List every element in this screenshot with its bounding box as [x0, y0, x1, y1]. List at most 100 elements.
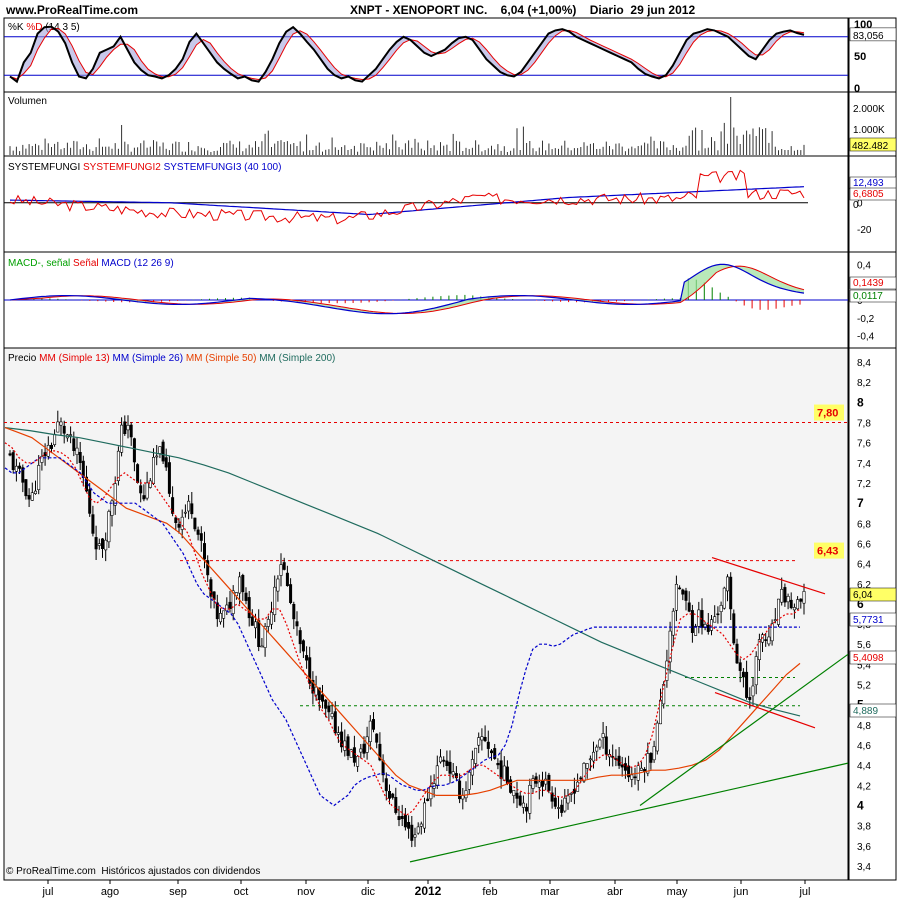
legend-entry: (40 100) [241, 162, 281, 173]
legend-entry: SYSTEMFUNGI [8, 162, 80, 173]
price-tick: 6,6 [857, 539, 871, 550]
systemfungi-last-value: 0 [853, 200, 859, 211]
candle-body [783, 587, 787, 603]
candle-body [528, 784, 532, 814]
candle-body [33, 490, 37, 495]
candle-body [53, 433, 57, 445]
candle-body [754, 656, 758, 686]
candle-body [499, 760, 503, 779]
legend-entry: MM [183, 353, 202, 364]
candle-body [69, 434, 73, 436]
candle-body [646, 753, 650, 774]
candle-body [177, 523, 181, 528]
candle-body [505, 766, 509, 784]
candle-body [780, 588, 784, 603]
candle-body [547, 774, 551, 791]
stochastic-last-value: 83,056 [853, 31, 884, 42]
candle-body [346, 736, 350, 756]
legend-entry: Señal [70, 258, 98, 269]
candle-body [260, 645, 264, 648]
candle-body [244, 592, 248, 601]
candle-body [757, 639, 761, 661]
candle-body [171, 497, 175, 514]
candle-body [343, 740, 347, 751]
candle-body [588, 758, 592, 761]
price-tick: 8,4 [857, 358, 871, 369]
candle-body [792, 607, 796, 611]
volume-tick: 2.000K [853, 104, 885, 115]
site-url[interactable]: www.ProRealTime.com [5, 3, 138, 17]
candle-body [164, 457, 168, 468]
macd-tick: 0,4 [857, 260, 871, 271]
candle-body [553, 797, 557, 807]
candle-body [741, 671, 745, 678]
candle-body [356, 755, 360, 767]
candle-body [426, 798, 430, 802]
candle-body [802, 591, 806, 604]
candle-body [649, 752, 653, 763]
candle-body [413, 834, 417, 838]
legend-entry: (12 26 9) [131, 258, 174, 269]
candle-body [238, 576, 242, 594]
candle-body [713, 616, 717, 623]
price-tick: 6,4 [857, 560, 871, 571]
candle-body [196, 529, 200, 535]
copyright-footer: © ProRealTime.com Históricos ajustados c… [6, 866, 260, 877]
candle-body [49, 444, 53, 449]
candle-body [579, 777, 583, 780]
price-tick: 4,4 [857, 761, 871, 772]
x-axis-label: ago [101, 886, 119, 898]
candle-body [266, 619, 270, 627]
price-tick: 3,8 [857, 822, 871, 833]
candle-body [391, 793, 395, 798]
candle-body [336, 732, 340, 735]
candle-body [24, 479, 28, 497]
candle-body [435, 765, 439, 786]
candle-body [273, 586, 277, 616]
price-tick: 4,2 [857, 781, 871, 792]
candle-body [601, 733, 605, 738]
candle-body [556, 807, 560, 809]
candle-body [706, 624, 710, 632]
candle-body [773, 619, 777, 621]
price-tick: 7,8 [857, 419, 871, 430]
candle-body [639, 767, 643, 771]
candle-body [585, 763, 589, 769]
candle-body [416, 826, 420, 834]
candle-body [591, 751, 595, 762]
legend-entry: Precio [8, 353, 37, 364]
candle-body [56, 421, 60, 433]
candle-body [751, 685, 755, 697]
candle-body [123, 421, 127, 434]
candle-body [678, 587, 682, 590]
candle-body [330, 713, 334, 718]
candle-body [725, 576, 729, 592]
candle-body [486, 741, 490, 749]
price-tick: 3,4 [857, 862, 871, 873]
x-axis-label: mar [541, 886, 560, 898]
candle-body [368, 720, 372, 742]
candle-body [509, 779, 513, 793]
candle-body [305, 655, 309, 661]
candle-body [327, 705, 331, 713]
candle-body [480, 736, 484, 741]
candle-body [512, 789, 516, 796]
candle-body [180, 516, 184, 530]
legend-entry: MACD-, señal [8, 258, 70, 269]
candle-body [289, 584, 293, 604]
candle-body [37, 465, 41, 490]
candle-body [767, 636, 771, 645]
candle-body [324, 699, 328, 709]
candle-body [786, 595, 790, 603]
candle-body [129, 424, 133, 438]
x-axis-label: dic [361, 886, 376, 898]
candle-body [155, 455, 159, 458]
volume-legend: Volumen [8, 96, 47, 107]
legend-entry: %K [8, 22, 24, 33]
candle-body [461, 795, 465, 800]
candle-body [193, 517, 197, 530]
candle-body [250, 616, 254, 626]
candle-body [400, 815, 404, 819]
candle-body [145, 482, 149, 499]
candle-body [764, 639, 768, 641]
